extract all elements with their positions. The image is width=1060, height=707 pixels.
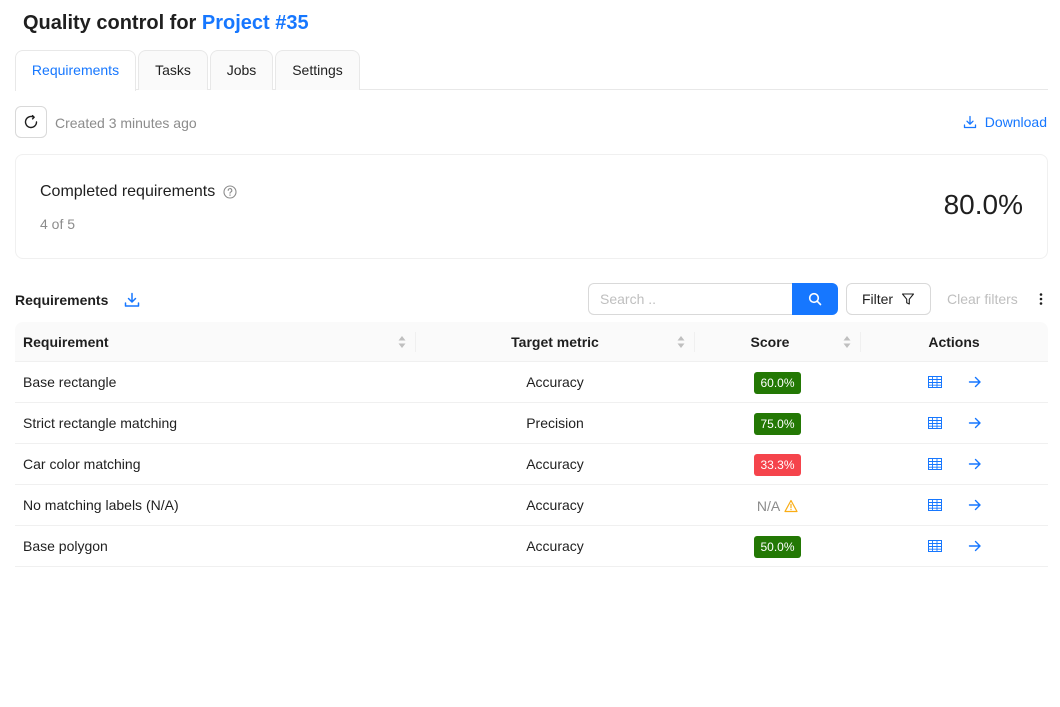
summary-card: Completed requirements 4 of 5 80.0% bbox=[15, 154, 1048, 259]
summary-label: Completed requirements bbox=[40, 183, 216, 200]
column-header-requirement[interactable]: Requirement bbox=[23, 322, 109, 362]
score-cell: N/A bbox=[695, 485, 860, 525]
requirements-heading: Requirements bbox=[15, 292, 109, 308]
arrow-right-icon[interactable] bbox=[968, 497, 982, 513]
help-icon[interactable] bbox=[223, 185, 237, 199]
warning-icon bbox=[784, 500, 798, 513]
tab-bar: Requirements Tasks Jobs Settings bbox=[15, 50, 1048, 91]
requirements-table: Requirement Target metric Score Actions … bbox=[15, 322, 1048, 567]
table-view-icon[interactable] bbox=[928, 457, 942, 471]
export-download-icon[interactable] bbox=[123, 291, 141, 309]
tab-tasks[interactable]: Tasks bbox=[138, 50, 208, 90]
arrow-right-icon[interactable] bbox=[968, 456, 982, 472]
requirement-name: Base rectangle bbox=[23, 374, 117, 390]
summary-percentage: 80.0% bbox=[943, 189, 1023, 220]
requirement-name: Strict rectangle matching bbox=[23, 415, 178, 431]
filter-button[interactable]: Filter bbox=[846, 283, 931, 315]
table-row[interactable]: No matching labels (N/A) Accuracy N/A bbox=[15, 485, 1048, 526]
score-cell: 60.0% bbox=[695, 362, 860, 402]
table-row[interactable]: Strict rectangle matching Precision 75.0… bbox=[15, 403, 1048, 444]
clear-filters-button[interactable]: Clear filters bbox=[947, 291, 1018, 307]
page-title-prefix: Quality control for bbox=[23, 12, 202, 34]
score-badge: 75.0% bbox=[754, 413, 801, 436]
summary-count: 4 of 5 bbox=[40, 216, 76, 232]
target-metric: Accuracy bbox=[526, 497, 584, 513]
table-view-icon[interactable] bbox=[928, 539, 942, 553]
table-view-icon[interactable] bbox=[928, 375, 942, 389]
score-cell: 33.3% bbox=[695, 444, 860, 484]
search-group bbox=[588, 283, 838, 315]
tab-requirements[interactable]: Requirements bbox=[15, 50, 136, 91]
target-metric: Accuracy bbox=[526, 538, 584, 554]
sort-icon[interactable] bbox=[676, 335, 686, 349]
summary-label-row: Completed requirements bbox=[40, 183, 237, 201]
requirement-name: No matching labels (N/A) bbox=[23, 497, 179, 513]
sort-icon[interactable] bbox=[397, 335, 407, 349]
filter-icon bbox=[902, 293, 915, 305]
table-view-icon[interactable] bbox=[928, 498, 942, 512]
score-badge: 60.0% bbox=[754, 372, 801, 395]
arrow-right-icon[interactable] bbox=[968, 538, 982, 554]
score-cell: 75.0% bbox=[695, 403, 860, 443]
refresh-button[interactable] bbox=[15, 106, 47, 138]
requirement-name: Car color matching bbox=[23, 456, 141, 472]
requirement-name: Base polygon bbox=[23, 538, 108, 554]
search-icon bbox=[808, 292, 822, 306]
refresh-icon bbox=[24, 114, 38, 129]
table-header: Requirement Target metric Score Actions bbox=[15, 322, 1048, 362]
target-metric: Accuracy bbox=[526, 456, 584, 472]
project-link[interactable]: Project #35 bbox=[202, 12, 309, 34]
search-input[interactable] bbox=[588, 283, 793, 315]
arrow-right-icon[interactable] bbox=[968, 415, 982, 431]
score-cell: 50.0% bbox=[695, 526, 860, 566]
target-metric: Accuracy bbox=[526, 374, 584, 390]
download-link[interactable]: Download bbox=[963, 114, 1047, 130]
filter-label: Filter bbox=[861, 291, 894, 307]
column-header-score[interactable]: Score bbox=[695, 322, 845, 362]
table-row[interactable]: Car color matching Accuracy 33.3% bbox=[15, 444, 1048, 485]
table-row[interactable]: Base polygon Accuracy 50.0% bbox=[15, 526, 1048, 567]
column-header-target-metric[interactable]: Target metric bbox=[415, 322, 695, 362]
download-label: Download bbox=[984, 114, 1047, 130]
score-badge: 33.3% bbox=[754, 454, 801, 477]
column-header-actions: Actions bbox=[928, 334, 980, 350]
target-metric: Precision bbox=[526, 415, 584, 431]
created-timestamp: Created 3 minutes ago bbox=[55, 115, 197, 131]
sort-icon[interactable] bbox=[842, 335, 852, 349]
table-row[interactable]: Base rectangle Accuracy 60.0% bbox=[15, 362, 1048, 403]
table-view-icon[interactable] bbox=[928, 416, 942, 430]
score-badge: 50.0% bbox=[754, 536, 801, 559]
arrow-right-icon[interactable] bbox=[968, 374, 982, 390]
search-button[interactable] bbox=[792, 283, 838, 315]
page-title: Quality control for Project #35 bbox=[23, 12, 309, 35]
tab-settings[interactable]: Settings bbox=[275, 50, 360, 90]
score-na-label: N/A bbox=[756, 498, 781, 515]
tab-jobs[interactable]: Jobs bbox=[210, 50, 273, 90]
download-icon bbox=[963, 115, 976, 129]
score-na: N/A bbox=[757, 486, 798, 526]
more-options-icon[interactable] bbox=[1037, 291, 1045, 307]
